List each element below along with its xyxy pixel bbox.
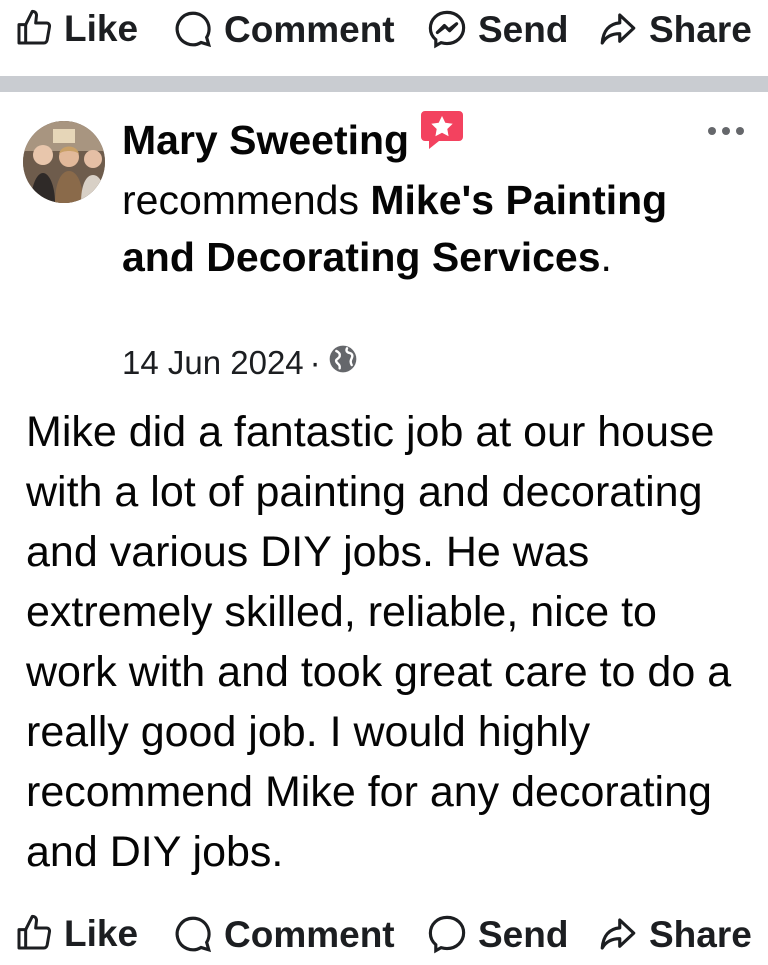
share-label-bottom: Share (649, 913, 752, 955)
top-action-bar: Like Comment Send Share (0, 0, 768, 60)
comment-button-bottom[interactable]: Comment (172, 913, 395, 955)
share-arrow-icon (597, 913, 639, 955)
like-button[interactable]: Like (14, 8, 138, 48)
messenger-icon (426, 8, 468, 50)
like-label-bottom: Like (64, 912, 139, 954)
recommend-star-icon (419, 109, 465, 166)
recommends-verb: recommends (122, 176, 359, 223)
send-button[interactable]: Send (426, 8, 568, 50)
avatar[interactable] (23, 121, 105, 203)
thumbs-up-icon (14, 8, 54, 48)
like-label: Like (64, 7, 139, 49)
comment-label: Comment (224, 8, 395, 50)
comment-bubble-icon (172, 913, 214, 955)
section-divider (0, 76, 768, 92)
post-header: Mary Sweeting recommends Mike's Painting… (122, 109, 682, 286)
share-label: Share (649, 8, 752, 50)
share-arrow-icon (597, 8, 639, 50)
post-meta: 14 Jun 2024 · (122, 343, 359, 383)
post-body: Mike did a fantastic job at our house wi… (26, 408, 732, 876)
like-button-bottom[interactable]: Like (14, 913, 138, 953)
share-button-bottom[interactable]: Share (597, 913, 752, 955)
globe-icon (327, 343, 359, 383)
messenger-icon (426, 913, 468, 955)
more-options-button[interactable] (706, 124, 746, 143)
send-button-bottom[interactable]: Send (426, 913, 568, 955)
comment-label-bottom: Comment (224, 913, 395, 955)
header-period: . (600, 233, 612, 280)
share-button[interactable]: Share (597, 8, 752, 50)
bottom-action-bar: Like Comment Send Share (0, 905, 768, 965)
more-options-icon (706, 125, 746, 142)
comment-bubble-icon (172, 8, 214, 50)
author-name[interactable]: Mary Sweeting (122, 117, 409, 163)
thumbs-up-icon (14, 913, 54, 953)
meta-separator: · (309, 344, 321, 381)
comment-button[interactable]: Comment (172, 8, 395, 50)
send-label: Send (478, 8, 569, 50)
send-label-bottom: Send (478, 913, 569, 955)
post-date[interactable]: 14 Jun 2024 (122, 344, 304, 382)
